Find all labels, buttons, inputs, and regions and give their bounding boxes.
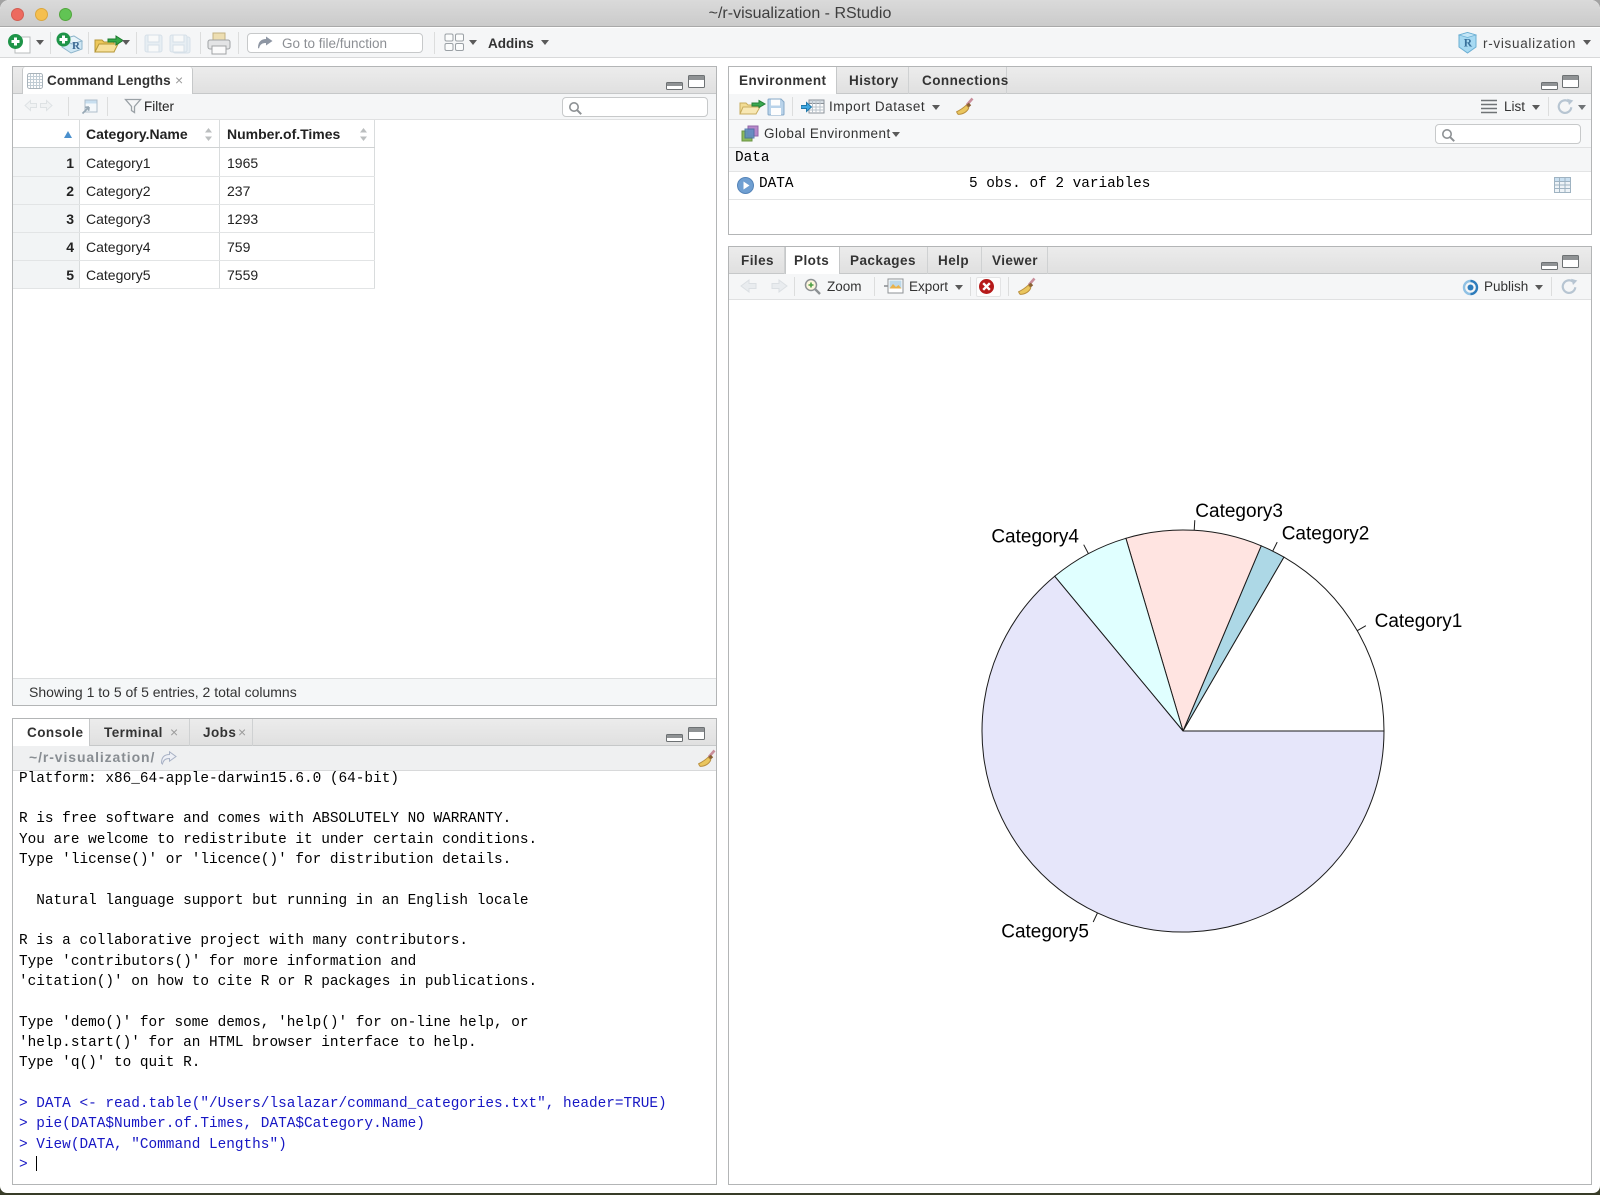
svg-text:Category3: Category3 xyxy=(1195,501,1283,522)
svg-text:Category4: Category4 xyxy=(991,526,1079,547)
svg-text:Category5: Category5 xyxy=(1001,922,1089,943)
svg-text:R: R xyxy=(1464,38,1473,50)
svg-text:R: R xyxy=(72,40,81,52)
svg-text:Category2: Category2 xyxy=(1282,524,1370,545)
svg-text:Category1: Category1 xyxy=(1375,611,1463,632)
